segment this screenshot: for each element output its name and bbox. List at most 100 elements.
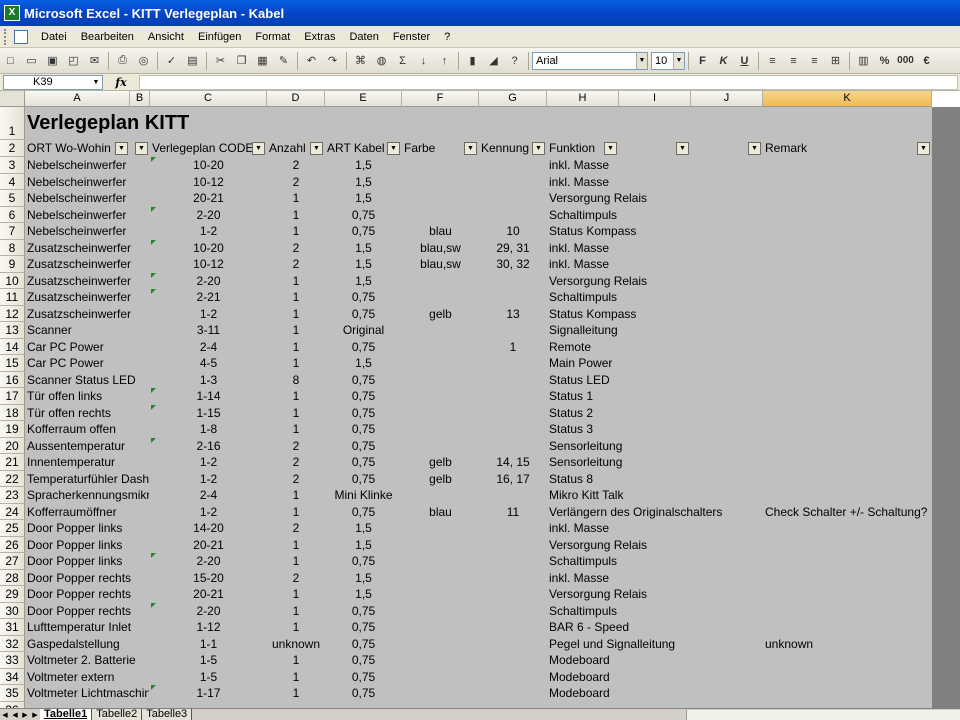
cell-a[interactable]: Voltmeter 2. Batterie <box>25 652 149 669</box>
cell-h[interactable]: Versorgung Relais <box>547 537 757 554</box>
cell-g[interactable] <box>479 570 547 587</box>
cell-k[interactable] <box>763 421 932 438</box>
row-header[interactable]: 34 <box>0 668 25 685</box>
cell-e[interactable]: Original <box>325 322 402 339</box>
cell-g[interactable] <box>479 520 547 537</box>
cell-e[interactable]: 1,5 <box>325 520 402 537</box>
cell-f[interactable] <box>402 190 479 207</box>
align-right-icon[interactable]: ≡ <box>805 51 824 70</box>
cell-c[interactable]: 2-20 <box>150 603 267 620</box>
cell-k[interactable] <box>763 339 932 356</box>
cell-d[interactable]: 1 <box>267 504 325 521</box>
autofilter-dropdown-icon[interactable]: ▼ <box>464 142 477 155</box>
font-name-select[interactable]: Arial ▼ <box>532 51 648 70</box>
cell-f[interactable] <box>402 603 479 620</box>
cell-d[interactable]: 1 <box>267 537 325 554</box>
cell-k[interactable] <box>763 273 932 290</box>
cell-h[interactable]: Mikro Kitt Talk <box>547 487 757 504</box>
cell-g[interactable]: 1 <box>479 339 547 356</box>
cell-d[interactable]: 1 <box>267 273 325 290</box>
cell-f[interactable] <box>402 636 479 653</box>
cell-d[interactable]: 1 <box>267 190 325 207</box>
sheet-tab-2[interactable]: Tabelle2 <box>92 708 143 720</box>
prev-sheet-icon[interactable]: ◀ <box>10 711 20 719</box>
cell-h[interactable]: Status 2 <box>547 405 757 422</box>
formula-input[interactable] <box>139 74 958 90</box>
cell-a[interactable]: Nebelscheinwerfer <box>25 190 149 207</box>
cell-a[interactable]: Scanner Status LED <box>25 372 149 389</box>
cell-h[interactable]: inkl. Masse <box>547 174 757 191</box>
cell-d[interactable]: 1 <box>267 586 325 603</box>
cell-a[interactable]: Door Popper rechts <box>25 570 149 587</box>
name-box[interactable]: K39 ▼ <box>3 74 103 90</box>
menu-extras[interactable]: Extras <box>297 26 342 48</box>
function-icon[interactable]: fx <box>103 76 139 89</box>
format-painter-icon[interactable]: ✎ <box>274 51 293 70</box>
cell-a[interactable]: Nebelscheinwerfer <box>25 157 149 174</box>
cell-d[interactable]: 1 <box>267 322 325 339</box>
euro-button[interactable]: € <box>917 51 936 70</box>
permission-icon[interactable]: ◰ <box>64 51 83 70</box>
cell-k[interactable] <box>763 669 932 686</box>
cell-e[interactable]: 1,5 <box>325 273 402 290</box>
cell-c[interactable]: 20-21 <box>150 586 267 603</box>
cell-e[interactable]: 1,5 <box>325 256 402 273</box>
cell-g[interactable] <box>479 586 547 603</box>
autosum-icon[interactable]: Σ <box>393 51 412 70</box>
undo-icon[interactable]: ↶ <box>302 51 321 70</box>
cell-e[interactable]: 1,5 <box>325 570 402 587</box>
cell-c[interactable]: 1-2 <box>150 454 267 471</box>
cell-k[interactable] <box>763 438 932 455</box>
cell-g[interactable] <box>479 157 547 174</box>
cell-k[interactable] <box>763 223 932 240</box>
cell-k[interactable]: Check Schalter +/- Schaltung? <box>763 504 932 521</box>
cell-k[interactable]: unknown <box>763 636 932 653</box>
bold-button[interactable]: F <box>693 51 712 70</box>
cell-d[interactable]: 2 <box>267 570 325 587</box>
font-size-select[interactable]: 10 ▼ <box>651 51 685 70</box>
cell-h[interactable]: Versorgung Relais <box>547 190 757 207</box>
cell-k[interactable] <box>763 355 932 372</box>
cell-h[interactable]: Modeboard <box>547 685 757 702</box>
cell-a[interactable]: Tür offen links <box>25 388 149 405</box>
cell-a[interactable]: Spracherkennungsmikro <box>25 487 149 504</box>
grip-handle[interactable] <box>4 28 10 45</box>
cell-c[interactable]: 1-2 <box>150 504 267 521</box>
cell-h[interactable]: Schaltimpuls <box>547 553 757 570</box>
cell-d[interactable]: 8 <box>267 372 325 389</box>
row-header[interactable]: 27 <box>0 553 25 570</box>
cell-d[interactable]: 2 <box>267 256 325 273</box>
autofilter-dropdown-icon[interactable]: ▼ <box>115 142 128 155</box>
cell-c[interactable]: 10-20 <box>150 157 267 174</box>
cell-c[interactable]: 1-2 <box>150 306 267 323</box>
row-header[interactable]: 24 <box>0 503 25 520</box>
cell-f[interactable] <box>402 174 479 191</box>
cell-e[interactable]: 1,5 <box>325 586 402 603</box>
row-header[interactable]: 23 <box>0 487 25 504</box>
cell-h[interactable]: inkl. Masse <box>547 520 757 537</box>
cell-d[interactable]: 1 <box>267 289 325 306</box>
cell-g[interactable]: 16, 17 <box>479 471 547 488</box>
cell-f[interactable] <box>402 157 479 174</box>
cell-a[interactable]: Door Popper links <box>25 520 149 537</box>
row-header[interactable]: 33 <box>0 652 25 669</box>
cell-f[interactable] <box>402 355 479 372</box>
row-header[interactable]: 22 <box>0 470 25 487</box>
cell-e[interactable]: 0,75 <box>325 685 402 702</box>
cell-a[interactable]: Door Popper rechts <box>25 586 149 603</box>
cell-h[interactable]: Remote <box>547 339 757 356</box>
cell-area[interactable]: Verlegeplan KITT ORT Wo-Wohin ▼ ▼ Verlegepl… <box>25 107 932 708</box>
cell-e[interactable]: 1,5 <box>325 240 402 257</box>
row-header[interactable]: 8 <box>0 239 25 256</box>
cell-e[interactable]: 0,75 <box>325 603 402 620</box>
cell-a[interactable]: Gaspedalstellung <box>25 636 149 653</box>
cell-f[interactable] <box>402 586 479 603</box>
cell-h[interactable]: Verlängern des Originalschalters <box>547 504 757 521</box>
cell-d[interactable]: 1 <box>267 685 325 702</box>
row-header[interactable]: 25 <box>0 520 25 537</box>
cell-d[interactable]: 1 <box>267 388 325 405</box>
cell-f[interactable] <box>402 405 479 422</box>
cell-d[interactable]: 1 <box>267 487 325 504</box>
cell-g[interactable] <box>479 636 547 653</box>
cell-d[interactable]: 2 <box>267 157 325 174</box>
